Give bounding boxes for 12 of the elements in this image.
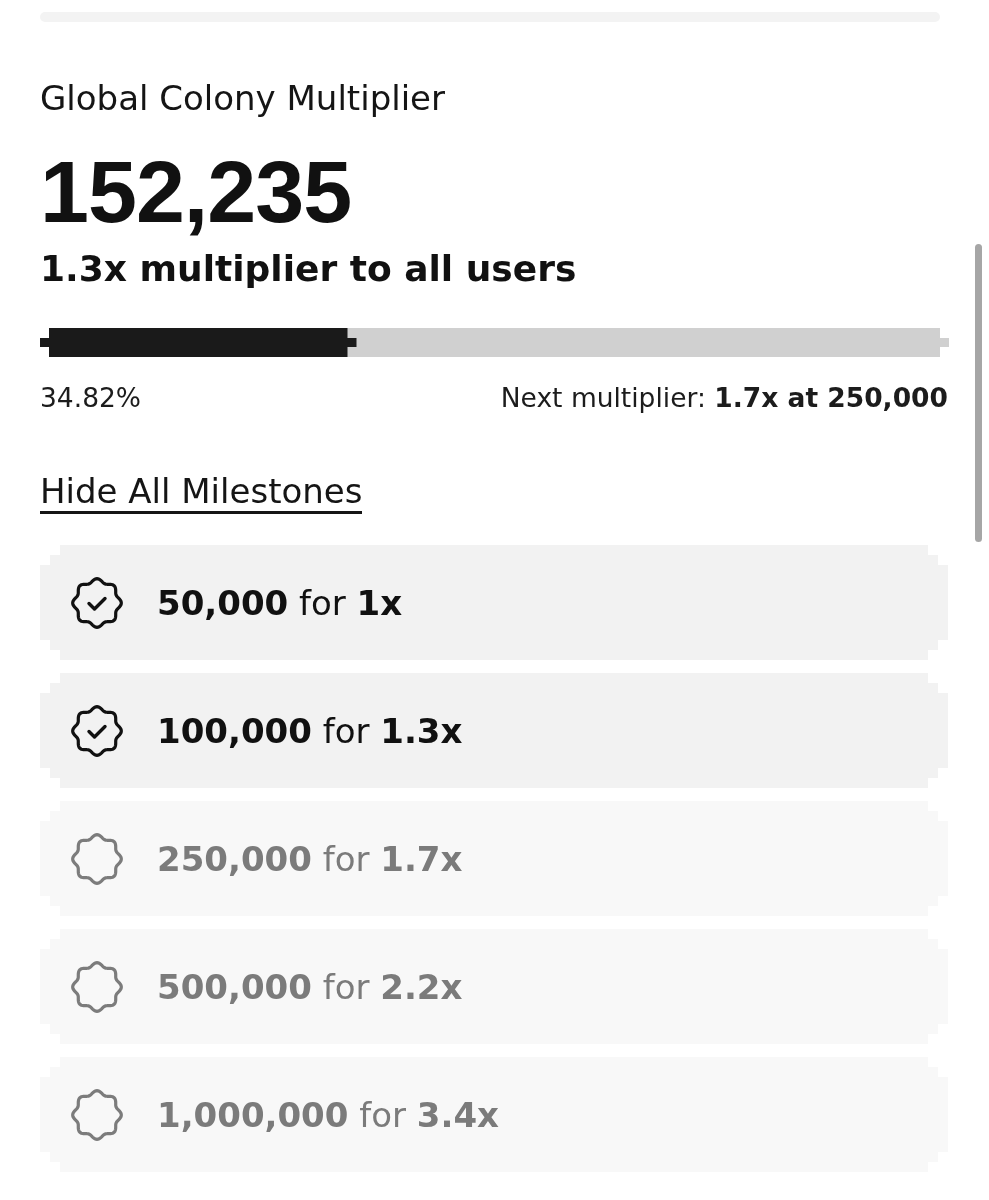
scrollbar-thumb[interactable] [975, 244, 982, 542]
multiplier-subtitle: 1.3x multiplier to all users [40, 248, 577, 289]
milestone-text: 1,000,000 for 3.4x [157, 1093, 499, 1136]
hide-milestones-link[interactable]: Hide All Milestones [40, 472, 363, 514]
progress-percent: 34.82% [40, 382, 142, 414]
milestone-text: 50,000 for 1x [157, 581, 403, 624]
milestone-text: 100,000 for 1.3x [157, 709, 463, 752]
section-title: Global Colony Multiplier [40, 78, 445, 118]
milestone-text: 250,000 for 1.7x [157, 837, 463, 880]
next-multiplier-text: Next multiplier: 1.7x at 250,000 [500, 382, 948, 414]
colony-count: 152,235 [40, 147, 352, 236]
milestone-text: 500,000 for 2.2x [157, 965, 463, 1008]
